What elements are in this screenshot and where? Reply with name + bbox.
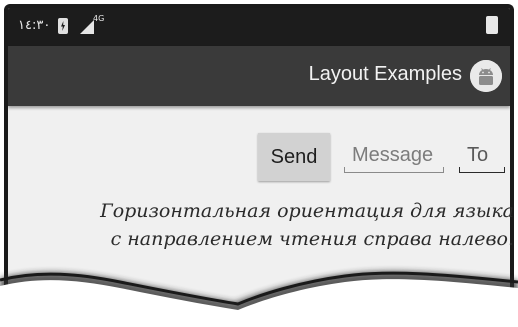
to-field[interactable]: To [459,142,505,173]
screenshot-frame: ١٤:٣٠ 4G Layout Examples Send Message To… [0,0,518,327]
caption-line-2: с направлением чтения справа налево. [110,228,514,250]
android-logo-icon[interactable] [470,60,502,92]
torn-edge [0,271,518,327]
status-bar: ١٤:٣٠ 4G [8,8,510,46]
battery-charging-icon [58,18,68,34]
send-button[interactable]: Send [258,133,330,181]
caption-line-1: Горизонтальная ориентация для языка [100,200,514,222]
to-placeholder: To [467,144,489,166]
caption: Горизонтальная ориентация для языка с на… [8,197,514,253]
battery-icon [486,16,498,34]
network-type-label: 4G [93,14,105,23]
status-time: ١٤:٣٠ [18,18,51,33]
app-title: Layout Examples [308,63,462,85]
message-field[interactable]: Message [344,142,444,173]
message-placeholder: Message [352,144,434,166]
app-bar: Layout Examples [8,46,510,106]
